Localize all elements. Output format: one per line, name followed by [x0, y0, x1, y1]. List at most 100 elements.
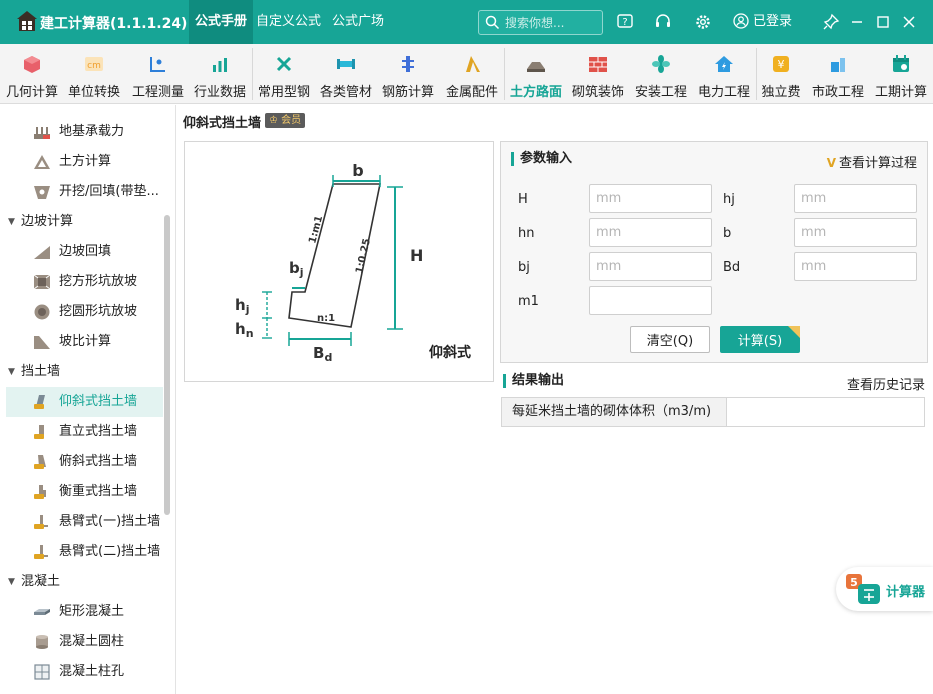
unit-cm-icon: cm	[85, 57, 103, 71]
label-Bd: Bd	[313, 344, 332, 364]
tools-icon	[276, 56, 292, 72]
cylinder-icon	[36, 635, 48, 649]
tool-installation[interactable]: 安装工程	[629, 44, 693, 104]
tool-steel-sections[interactable]: 常用型钢	[252, 44, 316, 104]
param-label-H: H	[518, 192, 528, 207]
tree-category-slope[interactable]: ▼ 边坡计算	[0, 207, 170, 237]
result-label-volume: 每延米挡土墙的砌体体积（m3/m)	[502, 398, 727, 426]
search-box[interactable]	[478, 10, 603, 35]
help-icon[interactable]: ?	[616, 13, 634, 31]
param-label-Bd: Bd	[723, 260, 741, 275]
chevron-down-icon: ▼	[8, 577, 15, 587]
vip-corner-icon	[788, 326, 800, 338]
wall-vip-icon	[34, 455, 46, 469]
param-input-bj[interactable]	[589, 252, 712, 281]
label-bj: bj	[289, 259, 304, 279]
wall-vip-icon	[34, 485, 46, 499]
label-b: b	[352, 161, 363, 180]
wall-vip-icon	[34, 425, 44, 439]
round-pit-icon	[34, 304, 50, 320]
retaining-wall-diagram: b H 1:m1 1:0.25 n:1 bj hj hn Bd 仰斜式	[184, 141, 494, 382]
crown-icon: ♔	[269, 115, 278, 126]
tool-surveying[interactable]: 工程测量	[126, 44, 190, 104]
gear-icon[interactable]	[694, 13, 712, 31]
tab-formula-manual[interactable]: 公式手册	[189, 0, 254, 44]
tool-industry-data[interactable]: 行业数据	[188, 44, 252, 104]
label-hj: hj	[235, 296, 249, 316]
param-label-bj: bj	[518, 260, 530, 275]
tool-rebar[interactable]: 钢筋计算	[376, 44, 440, 104]
tree-category-retaining-wall[interactable]: ▼ 挡土墙	[0, 357, 170, 387]
tool-pipes[interactable]: 各类管材	[314, 44, 378, 104]
param-label-b: b	[723, 226, 732, 241]
search-input[interactable]	[505, 13, 599, 32]
fan-icon	[652, 55, 670, 73]
app-title: 建工计算器(1.1.1.24)	[40, 16, 188, 32]
tool-municipal[interactable]: 市政工程	[806, 44, 870, 104]
tool-earthwork-road[interactable]: 土方路面	[504, 44, 568, 104]
tool-schedule[interactable]: 工期计算	[869, 44, 933, 104]
wall-vip-icon	[34, 545, 48, 559]
view-history-link[interactable]: 查看历史记录	[847, 374, 925, 393]
label-slope-025: 1:0.25	[354, 237, 373, 274]
param-input-m1[interactable]	[589, 286, 712, 315]
param-input-hj[interactable]	[794, 184, 917, 213]
vip-badge: ♔ 会员	[265, 113, 306, 128]
search-icon	[485, 15, 500, 30]
vip-mark-icon: V	[826, 156, 836, 170]
view-calc-process-link[interactable]: V 查看计算过程	[827, 152, 917, 171]
tool-geometry[interactable]: 几何计算	[0, 44, 64, 104]
maximize-icon[interactable]	[874, 13, 892, 31]
rebar-icon	[402, 56, 414, 72]
headset-icon[interactable]	[654, 13, 672, 31]
result-value-volume	[728, 398, 924, 426]
tab-custom-formula[interactable]: 自定义公式	[250, 0, 327, 44]
floating-calculator-label: 计算器	[886, 585, 926, 600]
floating-calculator-button[interactable]: 5 计算器	[836, 567, 933, 611]
tree-item-inclined-wall[interactable]: 仰斜式挡土墙	[6, 387, 163, 417]
label-slope-m1: 1:m1	[307, 215, 325, 245]
app-logo-icon	[17, 11, 37, 31]
user-login-status[interactable]: 已登录	[733, 13, 792, 31]
wall-section-svg: b H 1:m1 1:0.25 n:1 bj hj hn Bd 仰斜式	[235, 161, 471, 364]
municipal-icon	[831, 58, 845, 72]
label-hn: hn	[235, 320, 254, 340]
label-H: H	[410, 246, 423, 265]
svg-text:?: ?	[622, 17, 627, 28]
square-pit-icon	[33, 274, 51, 290]
calendar-icon	[893, 55, 909, 72]
param-input-hn[interactable]	[589, 218, 712, 247]
earthwork-icon	[34, 155, 50, 169]
clear-button[interactable]: 清空(Q)	[630, 326, 710, 353]
param-input-H[interactable]	[589, 184, 712, 213]
tree-category-concrete[interactable]: ▼ 混凝土	[0, 567, 170, 597]
minimize-icon[interactable]	[848, 13, 866, 31]
wall-vip-icon	[34, 395, 45, 409]
wall-vip-icon	[34, 515, 48, 529]
label-ratio-n: n:1	[317, 313, 335, 324]
excavation-icon	[34, 186, 50, 199]
bar-chart-icon	[213, 58, 227, 72]
category-toolbar: 几何计算 cm 单位转换 工程测量 行业数据 常用型钢 各类管材 钢筋计算 金属…	[0, 44, 933, 104]
close-icon[interactable]	[900, 13, 918, 31]
param-input-Bd[interactable]	[794, 252, 917, 281]
sidebar-scrollbar[interactable]	[164, 215, 170, 515]
tool-unit-convert[interactable]: cm 单位转换	[62, 44, 126, 104]
formula-tree: 地基承载力 土方计算 开挖/回填(带垫... ▼ 边坡计算 边坡回填 挖方形坑放…	[0, 105, 176, 694]
pin-icon[interactable]	[822, 13, 840, 31]
param-panel-title: 参数输入	[511, 152, 572, 166]
tool-metal-fittings[interactable]: 金属配件	[440, 44, 504, 104]
user-icon	[733, 13, 749, 29]
page-title: 仰斜式挡土墙	[183, 116, 262, 131]
tool-masonry-decoration[interactable]: 砌筑装饰	[566, 44, 630, 104]
svg-text:cm: cm	[87, 61, 101, 71]
tab-formula-square[interactable]: 公式广场	[326, 0, 390, 44]
calculate-button[interactable]: 计算(S)	[720, 326, 800, 353]
chevron-down-icon: ▼	[8, 217, 15, 227]
slope-ratio-icon	[34, 336, 50, 349]
foundation-icon	[34, 127, 50, 139]
param-input-b[interactable]	[794, 218, 917, 247]
param-input-panel: 参数输入 V查看计算过程 H hj hn b bj Bd m1 清空(Q) 计算…	[500, 141, 928, 363]
column-hole-icon	[34, 664, 50, 680]
result-title: 结果输出	[503, 374, 564, 388]
